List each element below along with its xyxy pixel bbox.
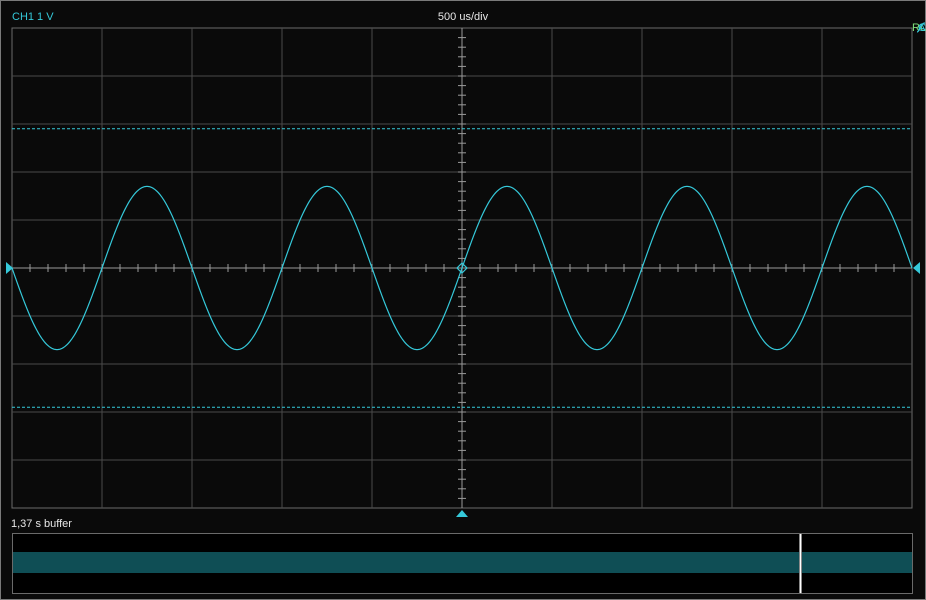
scope-display[interactable] (0, 0, 926, 600)
buffer-label: 1,37 s buffer (11, 518, 72, 530)
buffer-bar (13, 552, 912, 573)
trigger-position-marker (456, 510, 468, 517)
ch1-ground-marker-right (913, 262, 920, 274)
buffer-overview[interactable] (12, 533, 913, 594)
buffer-position-cursor[interactable] (799, 534, 802, 593)
